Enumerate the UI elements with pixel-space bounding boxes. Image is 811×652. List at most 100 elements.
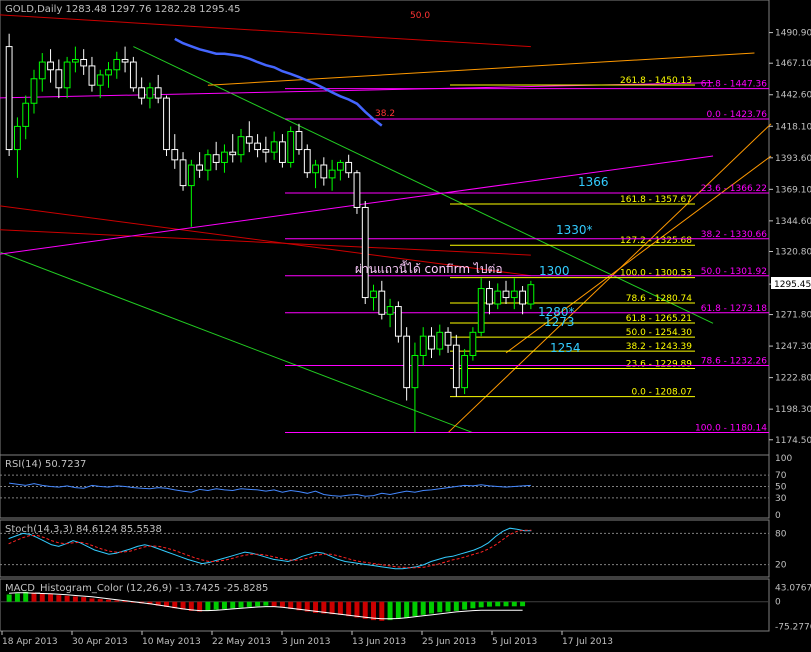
macd-bar bbox=[97, 599, 103, 602]
candle-body bbox=[378, 290, 386, 315]
candle-body bbox=[477, 288, 485, 333]
macd-bar bbox=[486, 601, 492, 607]
y-tick-label: 1490.90 bbox=[775, 29, 811, 39]
macd-bar bbox=[395, 601, 401, 619]
candle-body bbox=[461, 354, 469, 389]
candle-body bbox=[312, 164, 319, 174]
macd-bar bbox=[72, 596, 78, 602]
candle-body bbox=[353, 172, 361, 208]
candle-body bbox=[452, 344, 460, 389]
macd-bar bbox=[445, 601, 451, 612]
macd-bar bbox=[238, 601, 244, 608]
macd-bar bbox=[429, 601, 434, 614]
macd-bar bbox=[64, 595, 70, 602]
candle-body bbox=[204, 154, 212, 171]
macd-bar bbox=[346, 601, 352, 617]
fib-level-label: 161.8 - 1357.67 bbox=[620, 195, 692, 205]
thai-annotation: ผ่านแถวนี้ได้ confirm ไปต่อ bbox=[355, 260, 503, 276]
candle-body bbox=[336, 161, 344, 171]
candle-body bbox=[55, 69, 63, 89]
fib-level-label: 261.8 - 1450.13 bbox=[620, 76, 692, 86]
candle-body bbox=[138, 87, 146, 99]
candle-body bbox=[38, 61, 46, 80]
macd-bar bbox=[420, 601, 426, 615]
candle-body bbox=[345, 161, 353, 174]
fib-ext-label: 50.0 - 1301.92 bbox=[701, 267, 767, 277]
candle-body bbox=[519, 290, 526, 305]
macd-bar bbox=[255, 601, 261, 607]
fib-level-label: 38.2 - 1243.39 bbox=[626, 342, 692, 352]
candle-body bbox=[394, 306, 402, 337]
candle-body bbox=[113, 58, 121, 71]
fib-ext-label: 0.0 - 1423.76 bbox=[707, 110, 768, 120]
macd-header: MACD_Histogram_Color (12,26,9) -13.7425 … bbox=[5, 583, 268, 594]
candle-body bbox=[22, 102, 30, 127]
fib-level-label: 50.0 - 1254.30 bbox=[626, 328, 692, 338]
fib-level-label: 61.8 - 1265.21 bbox=[626, 314, 692, 324]
fib-level-label: 127.2 - 1325.68 bbox=[620, 236, 692, 246]
x-tick-label: 18 Apr 2013 bbox=[2, 637, 58, 647]
fib-level-label: 23.6 - 1229.89 bbox=[626, 359, 692, 369]
x-tick-label: 22 May 2013 bbox=[212, 637, 271, 647]
rsi-tick-label: 0 bbox=[775, 511, 781, 521]
candle-body bbox=[80, 58, 88, 67]
macd-bar bbox=[470, 601, 476, 609]
candle-body bbox=[270, 141, 278, 153]
candle-body bbox=[154, 87, 162, 99]
candle-body bbox=[411, 354, 419, 389]
rsi-header: RSI(14) 50.7237 bbox=[5, 459, 86, 470]
macd-bar bbox=[511, 601, 517, 607]
macd-bar bbox=[114, 600, 120, 602]
y-tick-label: 1344.60 bbox=[775, 217, 811, 227]
fib-level-label: 78.6 - 1280.74 bbox=[626, 294, 692, 304]
macd-tick-label: 0 bbox=[775, 598, 781, 608]
candle-body bbox=[444, 331, 452, 346]
candle-body bbox=[419, 335, 427, 356]
candle-body bbox=[386, 306, 394, 315]
x-tick-label: 17 Jul 2013 bbox=[562, 637, 613, 647]
candle-body bbox=[171, 149, 179, 161]
candle-body bbox=[436, 331, 444, 350]
candle-body bbox=[105, 69, 112, 76]
macd-tick-label: -75.2776 bbox=[775, 622, 811, 632]
macd-bar bbox=[89, 598, 95, 602]
target-1254: 1254 bbox=[550, 341, 581, 355]
stoch-tick-label: 20 bbox=[775, 561, 787, 571]
macd-bar bbox=[48, 593, 54, 602]
candle-body bbox=[146, 87, 154, 99]
macd-bar bbox=[246, 601, 252, 607]
macd-bar bbox=[329, 601, 335, 615]
macd-bar bbox=[412, 601, 418, 617]
macd-bar bbox=[495, 601, 501, 607]
candle-body bbox=[320, 164, 328, 179]
macd-bar bbox=[39, 593, 45, 602]
macd-bar bbox=[6, 594, 12, 602]
candle-body bbox=[469, 331, 477, 356]
target-1300: 1300 bbox=[539, 264, 570, 278]
candle-body bbox=[63, 61, 71, 89]
fib-ext-label: 23.6 - 1366.22 bbox=[701, 184, 767, 194]
macd-bar bbox=[478, 601, 484, 608]
macd-bar bbox=[56, 595, 62, 602]
candle-body bbox=[502, 290, 510, 299]
candle-body bbox=[303, 149, 311, 174]
candle-body bbox=[237, 136, 245, 156]
x-tick-label: 25 Jun 2013 bbox=[422, 637, 476, 647]
candle-body bbox=[14, 125, 21, 151]
y-tick-label: 1418.10 bbox=[775, 122, 811, 132]
candle-body bbox=[486, 288, 493, 305]
candle-body bbox=[527, 284, 535, 305]
rsi-tick-label: 30 bbox=[775, 494, 787, 504]
chart-canvas[interactable]: 261.8 - 1450.13 161.8 - 1357.67 127.2 - 13… bbox=[0, 0, 811, 648]
candle-body bbox=[212, 154, 220, 163]
candle-body bbox=[287, 131, 295, 163]
candle-body bbox=[229, 151, 237, 156]
candle-body bbox=[5, 46, 13, 151]
macd-bar bbox=[371, 601, 376, 621]
macd-tick-label: 43.0767 bbox=[775, 584, 811, 594]
candle-body bbox=[187, 164, 195, 187]
y-tick-label: 1442.60 bbox=[775, 91, 811, 101]
fib-level-label: 0.0 - 1208.07 bbox=[632, 388, 693, 398]
macd-bar bbox=[271, 601, 277, 607]
macd-bar bbox=[213, 601, 219, 610]
